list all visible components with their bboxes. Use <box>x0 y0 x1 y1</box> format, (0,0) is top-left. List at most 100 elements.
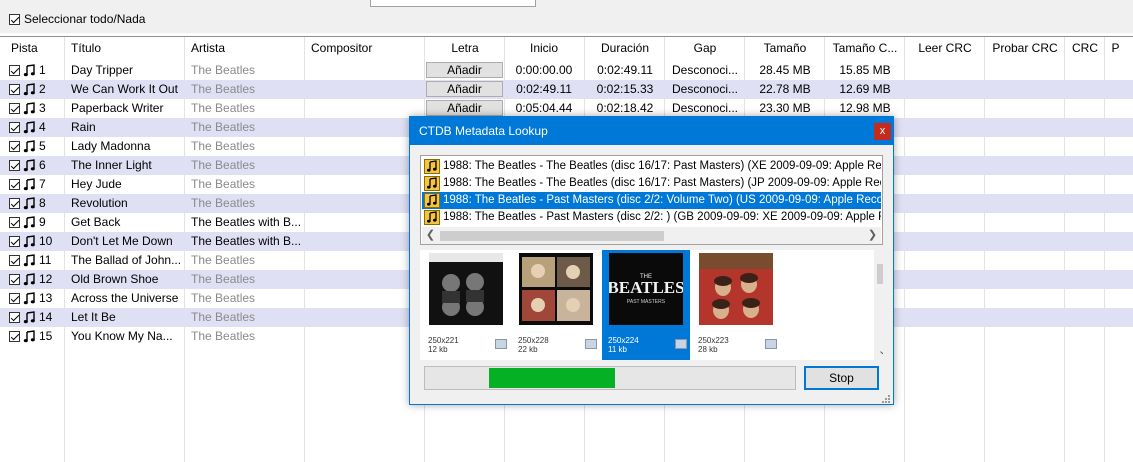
scroll-thumb[interactable] <box>440 231 664 241</box>
image-preview-icon[interactable] <box>675 339 687 349</box>
column-header[interactable]: Compositor <box>311 37 421 59</box>
track-number: 12 <box>39 272 53 286</box>
music-note-icon <box>23 159 36 172</box>
track-title: The Ballad of John... <box>71 253 181 267</box>
track-checkbox[interactable] <box>9 255 20 267</box>
table-row[interactable]: 2 We Can Work It Out The Beatles Añadir 0:02… <box>0 80 1133 99</box>
track-checkbox[interactable] <box>9 103 20 115</box>
scroll-down-icon[interactable]: ⌄ <box>874 343 883 360</box>
track-checkbox[interactable] <box>9 236 20 248</box>
resize-grip-icon[interactable] <box>881 394 891 404</box>
cover-thumbnail[interactable]: 250x228 22 kb <box>512 250 600 360</box>
track-cell: 10 <box>9 232 63 251</box>
track-title: Let It Be <box>71 310 116 324</box>
track-cell: 2 <box>9 80 63 99</box>
track-title: Don't Let Me Down <box>71 234 173 248</box>
select-all-checkbox[interactable] <box>9 13 20 25</box>
image-preview-icon[interactable] <box>585 339 597 349</box>
result-item[interactable]: 1988: The Beatles - The Beatles (disc 16… <box>422 158 881 175</box>
result-item[interactable]: 1988: The Beatles - Past Masters (disc 2… <box>422 192 881 209</box>
svg-text:PAST MASTERS: PAST MASTERS <box>627 299 666 305</box>
music-note-icon <box>23 254 36 267</box>
track-checkbox[interactable] <box>9 331 20 343</box>
image-preview-icon[interactable] <box>495 339 507 349</box>
track-title: Rain <box>71 120 96 134</box>
column-header[interactable]: Inicio <box>505 37 583 59</box>
track-artist: The Beatles <box>191 120 256 134</box>
column-header[interactable]: Pista <box>11 37 61 59</box>
toolbar-field[interactable] <box>370 0 536 7</box>
cover-thumbnail[interactable]: 250x221 12 kb <box>422 250 510 360</box>
music-note-icon <box>23 311 36 324</box>
music-note-icon <box>23 330 36 343</box>
track-checkbox[interactable] <box>9 198 20 210</box>
column-header[interactable]: Tamaño <box>745 37 825 59</box>
table-row[interactable]: 1 Day Tripper The Beatles Añadir 0:00:00.00 0… <box>0 61 1133 80</box>
track-checkbox[interactable] <box>9 293 20 305</box>
result-label: 1988: The Beatles - The Beatles (disc 16… <box>443 177 881 189</box>
column-header[interactable]: Gap <box>665 37 745 59</box>
track-artist: The Beatles <box>191 310 256 324</box>
horizontal-scrollbar[interactable]: ❮ ❯ <box>422 227 881 244</box>
close-icon[interactable]: x <box>874 123 891 140</box>
track-cell: 14 <box>9 308 63 327</box>
track-checkbox[interactable] <box>9 217 20 229</box>
track-title: We Can Work It Out <box>71 82 178 96</box>
stop-button[interactable]: Stop <box>804 366 879 390</box>
track-size: 28.45 MB <box>759 63 811 77</box>
image-preview-icon[interactable] <box>765 339 777 349</box>
track-title: Old Brown Shoe <box>71 272 159 286</box>
track-artist: The Beatles <box>191 177 256 191</box>
track-title: Revolution <box>71 196 128 210</box>
scroll-left-icon[interactable]: ❮ <box>422 227 439 244</box>
column-header[interactable]: Artista <box>191 37 301 59</box>
track-artist: The Beatles <box>191 139 256 153</box>
cover-thumbnail[interactable]: 250x223 28 kb <box>692 250 780 360</box>
music-note-icon <box>23 197 36 210</box>
track-checkbox[interactable] <box>9 312 20 324</box>
column-header[interactable]: Letra <box>425 37 505 59</box>
track-checkbox[interactable] <box>9 179 20 191</box>
track-checkbox[interactable] <box>9 122 20 134</box>
track-artist: The Beatles with B... <box>191 234 301 248</box>
scroll-right-icon[interactable]: ❯ <box>864 227 881 244</box>
track-number: 4 <box>39 120 46 134</box>
track-cell: 13 <box>9 289 63 308</box>
track-number: 2 <box>39 82 46 96</box>
track-title: Lady Madonna <box>71 139 151 153</box>
track-artist: The Beatles <box>191 158 256 172</box>
track-checkbox[interactable] <box>9 141 20 153</box>
cover-dimensions: 250x221 <box>428 336 459 345</box>
dialog-title: CTDB Metadata Lookup <box>419 124 548 138</box>
track-checkbox[interactable] <box>9 84 20 96</box>
add-lyrics-button[interactable]: Añadir <box>426 100 503 116</box>
select-all-toggle[interactable]: Seleccionar todo/Nada <box>9 12 145 26</box>
track-artist: The Beatles <box>191 82 256 96</box>
track-start: 0:00:00.00 <box>515 63 573 77</box>
toolbar: Seleccionar todo/Nada <box>0 0 1133 33</box>
scroll-thumb[interactable] <box>877 264 883 284</box>
track-checkbox[interactable] <box>9 274 20 286</box>
track-number: 5 <box>39 139 46 153</box>
column-header[interactable]: Tamaño C... <box>825 37 905 59</box>
add-lyrics-button[interactable]: Añadir <box>426 62 503 78</box>
column-header[interactable]: Título <box>71 37 181 59</box>
track-checkbox[interactable] <box>9 65 20 77</box>
track-checkbox[interactable] <box>9 160 20 172</box>
column-header[interactable]: Leer CRC <box>905 37 985 59</box>
progress-bar <box>424 366 796 390</box>
with-the-beatles-cover <box>429 253 503 325</box>
result-item[interactable]: 1988: The Beatles - Past Masters (disc 2… <box>422 209 881 226</box>
column-header[interactable]: Duración <box>585 37 665 59</box>
column-header[interactable]: Probar CRC <box>985 37 1065 59</box>
music-note-icon <box>23 292 36 305</box>
cover-thumbnail[interactable]: BEATLES THE PAST MASTERS 250x224 11 kb <box>602 250 690 360</box>
track-title: Get Back <box>71 215 121 229</box>
vertical-scrollbar[interactable]: ⌄ <box>874 250 883 360</box>
result-label: 1988: The Beatles - Past Masters (disc 2… <box>443 194 881 206</box>
results-list: 1988: The Beatles - The Beatles (disc 16… <box>420 155 883 245</box>
music-note-icon <box>23 140 36 153</box>
cover-info: 250x223 28 kb <box>698 336 729 354</box>
add-lyrics-button[interactable]: Añadir <box>426 81 503 97</box>
result-item[interactable]: 1988: The Beatles - The Beatles (disc 16… <box>422 175 881 192</box>
